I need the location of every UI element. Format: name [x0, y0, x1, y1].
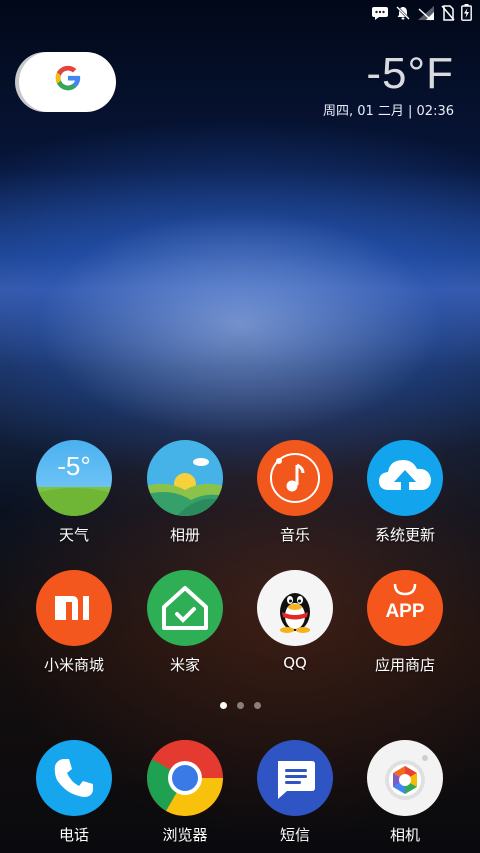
app-mi-home[interactable]: 米家 — [147, 570, 223, 675]
app-label: 相册 — [169, 526, 200, 544]
app-label: 应用商店 — [374, 656, 435, 674]
message-icon — [371, 6, 389, 20]
app-camera[interactable]: 相机 — [367, 740, 443, 845]
app-gallery[interactable]: 相册 — [147, 440, 223, 545]
app-app-store[interactable]: APP 应用商店 — [367, 570, 443, 675]
phone-icon — [36, 740, 112, 816]
app-store-icon: APP — [367, 570, 443, 646]
qq-icon — [257, 570, 333, 646]
app-browser[interactable]: 浏览器 — [147, 740, 223, 845]
app-label: 天气 — [58, 526, 89, 544]
google-search-widget[interactable] — [19, 52, 116, 112]
app-label: 小米商城 — [43, 656, 104, 674]
dock: 电话 浏览器 短信 相机 — [0, 740, 480, 845]
gallery-icon — [147, 440, 223, 516]
page-dot[interactable] — [219, 702, 227, 709]
wifi-icon — [417, 5, 435, 21]
app-messages[interactable]: 短信 — [257, 740, 333, 845]
mute-icon — [395, 5, 411, 21]
app-label: 短信 — [279, 826, 310, 844]
music-icon — [257, 440, 333, 516]
temperature-text: -5°F — [366, 49, 454, 98]
app-label: 系统更新 — [374, 526, 435, 544]
system-update-icon — [367, 440, 443, 516]
app-label: QQ — [283, 654, 307, 672]
clock-weather-widget[interactable]: -5°F 周四, 01 二月 | 02:36 — [322, 49, 454, 120]
mi-store-icon — [36, 570, 112, 646]
app-store-text: APP — [385, 601, 425, 622]
page-dot[interactable] — [253, 702, 261, 709]
app-phone[interactable]: 电话 — [0, 740, 148, 845]
app-system-update[interactable]: 系统更新 — [367, 440, 443, 545]
app-label: 音乐 — [279, 526, 310, 544]
page-dot[interactable] — [236, 702, 244, 709]
app-label: 相机 — [389, 826, 420, 844]
app-row-2: 小米商城 米家 QQ APP 应用商店 — [0, 570, 480, 675]
page-indicator[interactable] — [0, 702, 480, 709]
app-row-1: -5° 天气 相册 音乐 系统更新 — [0, 440, 480, 545]
app-weather[interactable]: -5° 天气 — [0, 440, 148, 545]
battery-charging-icon — [461, 4, 472, 21]
weather-temp-text: -5° — [57, 450, 91, 481]
weather-icon: -5° — [36, 440, 112, 516]
app-mi-store[interactable]: 小米商城 — [0, 570, 148, 675]
date-time-text: 周四, 01 二月 | 02:36 — [322, 104, 454, 119]
google-logo-icon — [53, 63, 83, 101]
app-label: 浏览器 — [162, 826, 208, 844]
camera-icon — [367, 740, 443, 816]
messages-icon — [257, 740, 333, 816]
mi-home-icon — [147, 570, 223, 646]
app-music[interactable]: 音乐 — [257, 440, 333, 545]
app-label: 电话 — [58, 826, 89, 844]
status-bar — [0, 0, 480, 26]
app-qq[interactable]: QQ — [257, 570, 333, 675]
browser-icon — [147, 740, 223, 816]
app-label: 米家 — [169, 656, 200, 674]
no-sim-icon — [441, 4, 455, 21]
